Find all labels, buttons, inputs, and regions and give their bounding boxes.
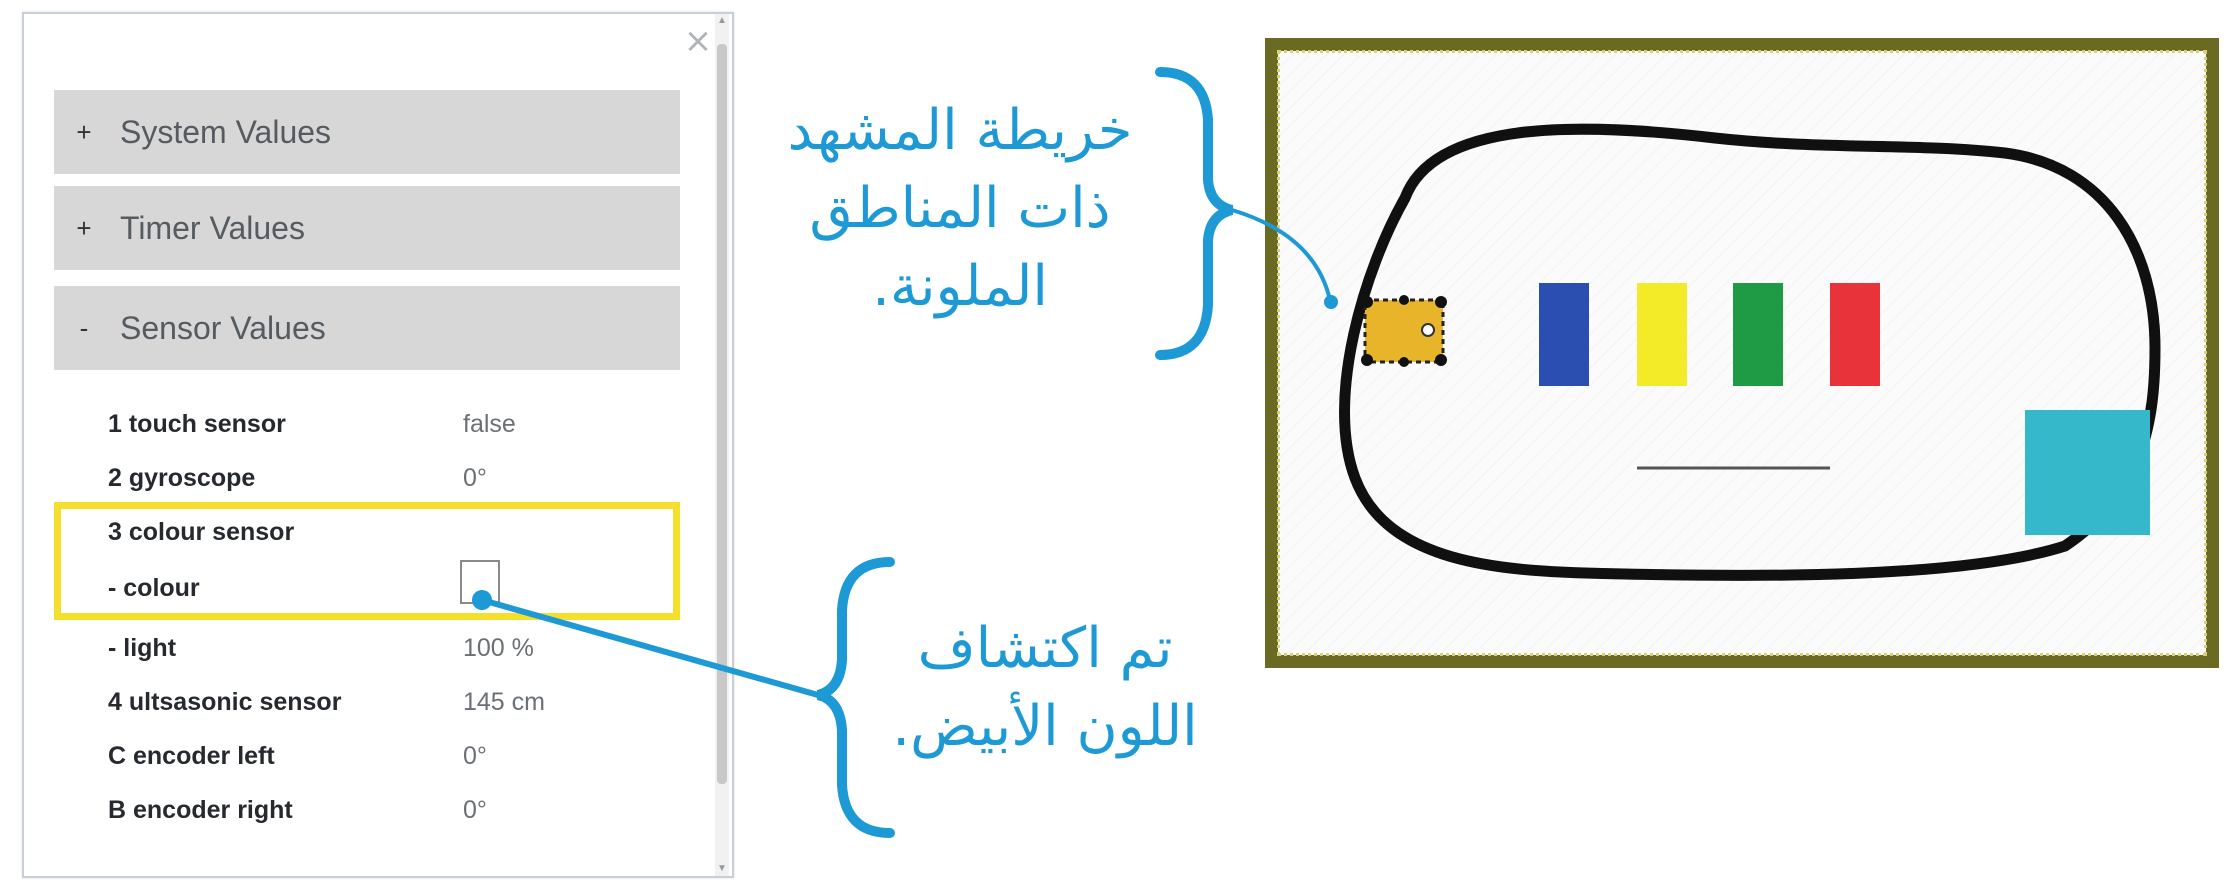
callout-line: الملونة. [872,254,1048,319]
callout-white-detected: تم اكتشاف اللون الأبيض. [860,610,1230,766]
connector-colour [481,597,819,698]
callout-scene-map: خريطة المشهد ذات المناطق الملونة. [760,92,1160,326]
connector-map [1231,208,1332,301]
bracket-map [1155,67,1234,360]
callout-line: ذات المناطق [809,176,1111,241]
callout-line: خريطة المشهد [787,98,1133,163]
callout-line: اللون الأبيض. [892,694,1198,759]
callout-line: تم اكتشاف [917,616,1173,681]
